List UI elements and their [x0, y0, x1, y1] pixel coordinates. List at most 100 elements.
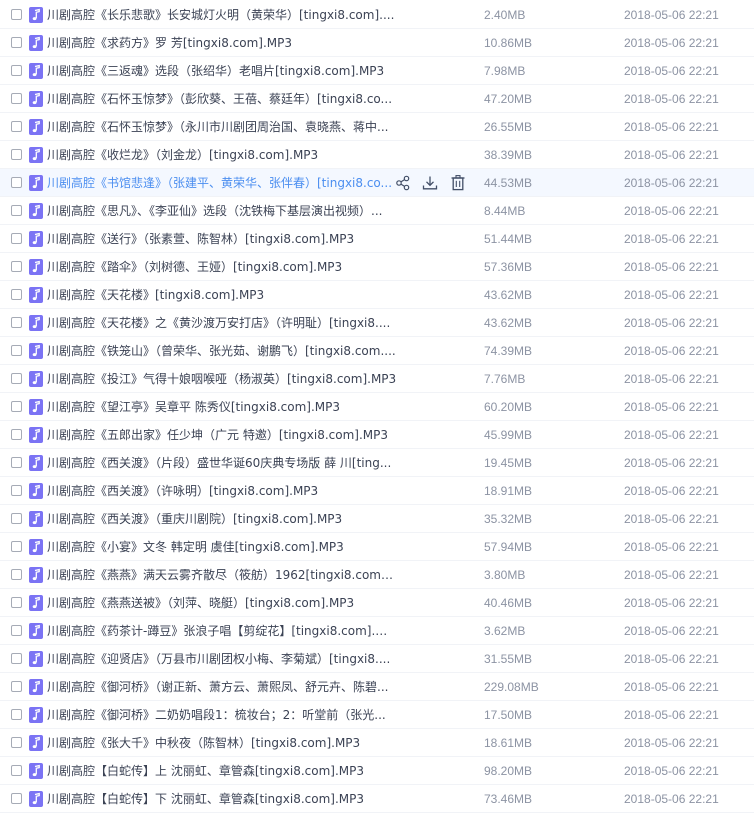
- file-row[interactable]: 川剧高腔《小宴》文冬 韩定明 虞佳[tingxi8.com].MP3 57.94M…: [0, 533, 754, 561]
- file-row[interactable]: 川剧高腔《药茶计-蹲豆》张浪子唱【剪绽花】[tingxi8.com].M... 3…: [0, 617, 754, 645]
- file-name[interactable]: 川剧高腔《长乐悲歌》长安城灯火明（黄荣华）[tingxi8.com]....: [47, 7, 397, 23]
- file-name[interactable]: 川剧高腔《思凡》、《李亚仙》选段（沈铁梅下基层演出视频）...: [47, 203, 397, 219]
- row-checkbox[interactable]: [11, 233, 22, 244]
- row-checkbox[interactable]: [11, 793, 22, 804]
- file-row[interactable]: 川剧高腔《铁笼山》（曾荣华、张光茹、谢鹏飞）[tingxi8.com.... 74…: [0, 337, 754, 365]
- file-row[interactable]: 川剧高腔《天花楼》之《黄沙渡万安打店》（许明耻）[tingxi8.... 43.6…: [0, 309, 754, 337]
- row-checkbox[interactable]: [11, 737, 22, 748]
- file-row[interactable]: 川剧高腔《迎贤店》（万县市川剧团权小梅、李菊斌）[tingxi8.... 31.5…: [0, 645, 754, 673]
- file-row[interactable]: 川剧高腔【白蛇传】上 沈丽虹、章管森[tingxi8.com].MP3 98.20…: [0, 757, 754, 785]
- file-name[interactable]: 川剧高腔《投江》气得十娘咽喉哑（杨淑英）[tingxi8.com].MP3: [47, 371, 397, 387]
- file-name[interactable]: 川剧高腔《天花楼》之《黄沙渡万安打店》（许明耻）[tingxi8....: [47, 315, 397, 331]
- file-row[interactable]: 川剧高腔《送行》（张素萱、陈智林）[tingxi8.com].MP3 51.44M…: [0, 225, 754, 253]
- row-checkbox[interactable]: [11, 485, 22, 496]
- file-name[interactable]: 川剧高腔《燕燕送被》（刘萍、晓艇）[tingxi8.com].MP3: [47, 595, 397, 611]
- file-size: 3.80MB: [484, 568, 526, 582]
- file-name[interactable]: 川剧高腔《张大千》中秋夜（陈智林）[tingxi8.com].MP3: [47, 735, 397, 751]
- row-checkbox[interactable]: [11, 149, 22, 160]
- row-checkbox[interactable]: [11, 429, 22, 440]
- file-row[interactable]: 川剧高腔《五郎出家》任少坤（广元 特邀）[tingxi8.com].MP3 45.…: [0, 421, 754, 449]
- file-row[interactable]: 川剧高腔《思凡》、《李亚仙》选段（沈铁梅下基层演出视频）... 8.44MB 201…: [0, 197, 754, 225]
- file-row[interactable]: 川剧高腔《西关渡》（重庆川剧院）[tingxi8.com].MP3 35.32MB…: [0, 505, 754, 533]
- file-name[interactable]: 川剧高腔《药茶计-蹲豆》张浪子唱【剪绽花】[tingxi8.com].M...: [47, 623, 397, 639]
- download-icon[interactable]: [420, 173, 440, 193]
- file-row[interactable]: 川剧高腔《三返魂》选段（张绍华）老唱片[tingxi8.com].MP3 7.98…: [0, 57, 754, 85]
- file-name[interactable]: 川剧高腔【白蛇传】上 沈丽虹、章管森[tingxi8.com].MP3: [47, 763, 397, 779]
- file-name[interactable]: 川剧高腔《送行》（张素萱、陈智林）[tingxi8.com].MP3: [47, 231, 397, 247]
- file-row[interactable]: 川剧高腔《求药方》罗 芳[tingxi8.com].MP3 10.86MB 2018…: [0, 29, 754, 57]
- row-checkbox[interactable]: [11, 205, 22, 216]
- row-checkbox[interactable]: [11, 569, 22, 580]
- row-checkbox[interactable]: [11, 177, 22, 188]
- row-checkbox[interactable]: [11, 65, 22, 76]
- file-row[interactable]: 川剧高腔《书馆悲逢》（张建平、黄荣华、张伴春）[tingxi8.co... 44.…: [0, 169, 754, 197]
- row-checkbox[interactable]: [11, 709, 22, 720]
- file-date: 2018-05-06 22:21: [624, 624, 719, 638]
- row-checkbox[interactable]: [11, 653, 22, 664]
- file-name[interactable]: 川剧高腔《迎贤店》（万县市川剧团权小梅、李菊斌）[tingxi8....: [47, 651, 397, 667]
- row-checkbox[interactable]: [11, 541, 22, 552]
- file-name[interactable]: 川剧高腔《书馆悲逢》（张建平、黄荣华、张伴春）[tingxi8.co...: [47, 175, 392, 191]
- row-checkbox[interactable]: [11, 457, 22, 468]
- file-row[interactable]: 川剧高腔《收烂龙》（刘金龙）[tingxi8.com].MP3 38.39MB 20…: [0, 141, 754, 169]
- file-row[interactable]: 川剧高腔《望江亭》吴章平 陈秀仪[tingxi8.com].MP3 60.20MB…: [0, 393, 754, 421]
- file-row[interactable]: 川剧高腔《燕燕》满天云雾齐散尽（筱舫）1962[tingxi8.com]....…: [0, 561, 754, 589]
- trash-icon[interactable]: [448, 173, 468, 193]
- file-name[interactable]: 川剧高腔《石怀玉惊梦》（彭欣葵、王蓓、蔡廷年）[tingxi8.co...: [47, 91, 397, 107]
- file-name[interactable]: 川剧高腔《望江亭》吴章平 陈秀仪[tingxi8.com].MP3: [47, 399, 397, 415]
- file-name[interactable]: 川剧高腔《石怀玉惊梦》（永川市川剧团周治国、袁晓燕、蒋中...: [47, 119, 397, 135]
- file-size: 26.55MB: [484, 120, 533, 134]
- file-row[interactable]: 川剧高腔《投江》气得十娘咽喉哑（杨淑英）[tingxi8.com].MP3 7.7…: [0, 365, 754, 393]
- file-name[interactable]: 川剧高腔《燕燕》满天云雾齐散尽（筱舫）1962[tingxi8.com]....: [47, 567, 397, 583]
- row-checkbox[interactable]: [11, 401, 22, 412]
- file-name[interactable]: 川剧高腔【白蛇传】下 沈丽虹、章管森[tingxi8.com].MP3: [47, 791, 397, 807]
- file-name[interactable]: 川剧高腔《小宴》文冬 韩定明 虞佳[tingxi8.com].MP3: [47, 539, 397, 555]
- file-row[interactable]: 川剧高腔《石怀玉惊梦》（彭欣葵、王蓓、蔡廷年）[tingxi8.co... 47.…: [0, 85, 754, 113]
- row-checkbox[interactable]: [11, 765, 22, 776]
- row-checkbox[interactable]: [11, 317, 22, 328]
- file-name[interactable]: 川剧高腔《御河桥》二奶奶唱段1：梳妆台；2：听堂前（张光...: [47, 707, 397, 723]
- file-row[interactable]: 川剧高腔【白蛇传】下 沈丽虹、章管森[tingxi8.com].MP3 73.46…: [0, 785, 754, 813]
- file-name[interactable]: 川剧高腔《御河桥》（谢正新、萧方云、萧熙凤、舒元卉、陈碧...: [47, 679, 397, 695]
- row-checkbox[interactable]: [11, 121, 22, 132]
- row-checkbox[interactable]: [11, 261, 22, 272]
- file-name[interactable]: 川剧高腔《西关渡》（片段）盛世华诞60庆典专场版 薛 川[ting...: [47, 455, 397, 471]
- file-row[interactable]: 川剧高腔《踏伞》（刘树德、王娅）[tingxi8.com].MP3 57.36MB…: [0, 253, 754, 281]
- file-name[interactable]: 川剧高腔《天花楼》[tingxi8.com].MP3: [47, 287, 397, 303]
- music-note-icon: [29, 35, 43, 51]
- file-row[interactable]: 川剧高腔《御河桥》（谢正新、萧方云、萧熙凤、舒元卉、陈碧... 229.08MB 2…: [0, 673, 754, 701]
- row-checkbox[interactable]: [11, 37, 22, 48]
- share-icon[interactable]: [393, 173, 413, 193]
- file-size: 31.55MB: [484, 652, 533, 666]
- file-row[interactable]: 川剧高腔《天花楼》[tingxi8.com].MP3 43.62MB 2018-05…: [0, 281, 754, 309]
- file-name[interactable]: 川剧高腔《铁笼山》（曾荣华、张光茹、谢鹏飞）[tingxi8.com....: [47, 343, 397, 359]
- file-row[interactable]: 川剧高腔《西关渡》（许咏明）[tingxi8.com].MP3 18.91MB 20…: [0, 477, 754, 505]
- file-size: 74.39MB: [484, 344, 533, 358]
- row-checkbox[interactable]: [11, 597, 22, 608]
- file-row[interactable]: 川剧高腔《西关渡》（片段）盛世华诞60庆典专场版 薛 川[ting... 19.4…: [0, 449, 754, 477]
- row-checkbox[interactable]: [11, 513, 22, 524]
- file-row[interactable]: 川剧高腔《长乐悲歌》长安城灯火明（黄荣华）[tingxi8.com].... 2.…: [0, 1, 754, 29]
- file-row[interactable]: 川剧高腔《燕燕送被》（刘萍、晓艇）[tingxi8.com].MP3 40.46M…: [0, 589, 754, 617]
- file-name[interactable]: 川剧高腔《收烂龙》（刘金龙）[tingxi8.com].MP3: [47, 147, 397, 163]
- file-name[interactable]: 川剧高腔《三返魂》选段（张绍华）老唱片[tingxi8.com].MP3: [47, 63, 397, 79]
- row-checkbox[interactable]: [11, 289, 22, 300]
- music-note-icon: [29, 287, 43, 303]
- file-name[interactable]: 川剧高腔《求药方》罗 芳[tingxi8.com].MP3: [47, 35, 397, 51]
- file-row[interactable]: 川剧高腔《御河桥》二奶奶唱段1：梳妆台；2：听堂前（张光... 17.50MB 20…: [0, 701, 754, 729]
- row-checkbox[interactable]: [11, 345, 22, 356]
- file-name[interactable]: 川剧高腔《踏伞》（刘树德、王娅）[tingxi8.com].MP3: [47, 259, 397, 275]
- file-name[interactable]: 川剧高腔《西关渡》（许咏明）[tingxi8.com].MP3: [47, 483, 397, 499]
- row-checkbox[interactable]: [11, 625, 22, 636]
- file-size: 18.91MB: [484, 484, 533, 498]
- row-checkbox[interactable]: [11, 373, 22, 384]
- file-date: 2018-05-06 22:21: [624, 680, 719, 694]
- row-checkbox[interactable]: [11, 93, 22, 104]
- file-row[interactable]: 川剧高腔《石怀玉惊梦》（永川市川剧团周治国、袁晓燕、蒋中... 26.55MB 20…: [0, 113, 754, 141]
- file-row[interactable]: 川剧高腔《张大千》中秋夜（陈智林）[tingxi8.com].MP3 18.61M…: [0, 729, 754, 757]
- file-name[interactable]: 川剧高腔《西关渡》（重庆川剧院）[tingxi8.com].MP3: [47, 511, 397, 527]
- row-checkbox[interactable]: [11, 681, 22, 692]
- file-name[interactable]: 川剧高腔《五郎出家》任少坤（广元 特邀）[tingxi8.com].MP3: [47, 427, 397, 443]
- row-checkbox[interactable]: [11, 9, 22, 20]
- music-note-icon: [29, 651, 43, 667]
